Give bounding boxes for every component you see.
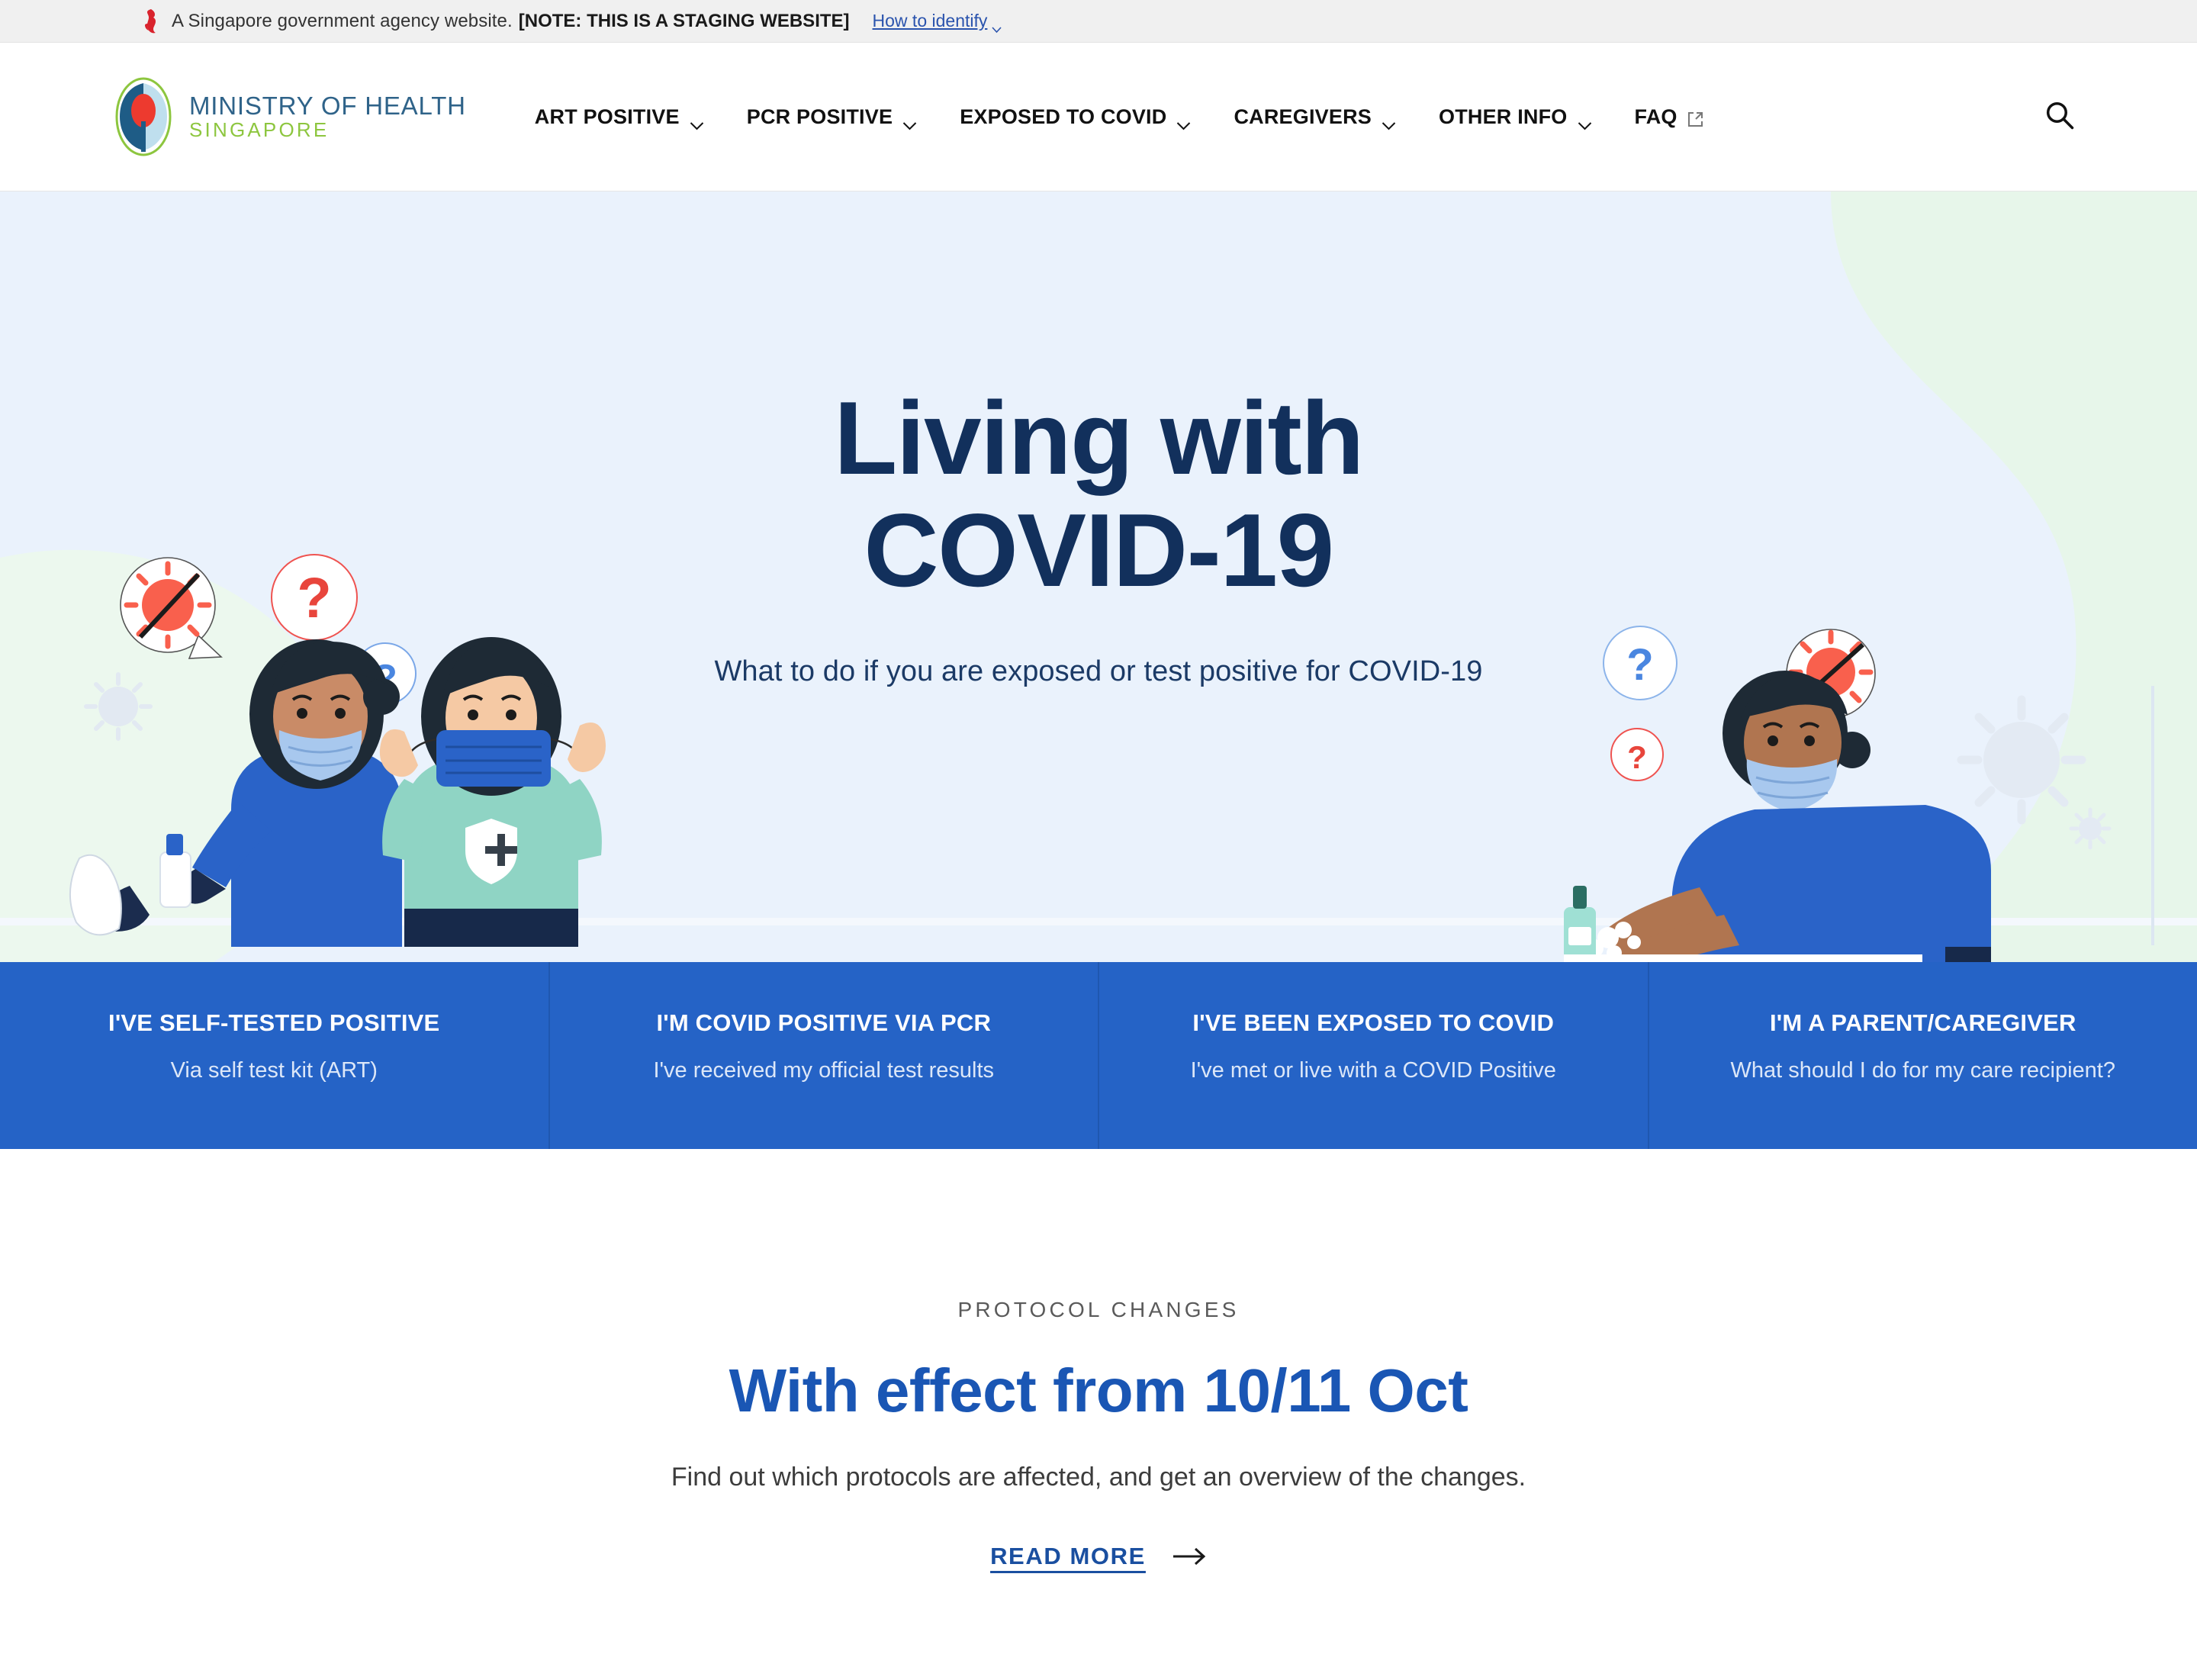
chevron-down-icon bbox=[992, 18, 1002, 34]
nav-label: PCR POSITIVE bbox=[746, 105, 893, 128]
nav-label: OTHER INFO bbox=[1439, 105, 1568, 128]
protocol-eyebrow: PROTOCOL CHANGES bbox=[957, 1298, 1240, 1321]
card-title: I'M A PARENT/CAREGIVER bbox=[1769, 1009, 2076, 1036]
card-description: Via self test kit (ART) bbox=[170, 1058, 378, 1083]
card-exposed-to-covid[interactable]: I'VE BEEN EXPOSED TO COVID I've met or l… bbox=[1099, 962, 1649, 1149]
hero-banner: ? ? ? Living with COVID-19 What to do if… bbox=[0, 191, 2197, 962]
hero-title-line2: COVID-19 bbox=[864, 491, 1334, 608]
how-to-identify-link[interactable]: How to identify bbox=[872, 11, 1002, 34]
card-title: I'VE BEEN EXPOSED TO COVID bbox=[1192, 1009, 1555, 1036]
chevron-down-icon bbox=[690, 112, 704, 130]
how-to-identify-label: How to identify bbox=[872, 11, 988, 31]
chevron-down-icon bbox=[1382, 112, 1396, 130]
hero-title-line1: Living with bbox=[834, 380, 1364, 496]
singapore-lion-icon bbox=[141, 8, 161, 34]
site-header: MINISTRY OF HEALTH SINGAPORE ART POSITIV… bbox=[0, 43, 2197, 191]
nav-item-art-positive[interactable]: ART POSITIVE bbox=[534, 105, 725, 130]
moh-logo-icon bbox=[114, 77, 172, 156]
masthead-staging-note: [NOTE: THIS IS A STAGING WEBSITE] bbox=[518, 10, 850, 31]
chevron-down-icon bbox=[1578, 112, 1592, 130]
nav-item-pcr-positive[interactable]: PCR POSITIVE bbox=[725, 105, 938, 130]
search-icon bbox=[2044, 100, 2075, 134]
card-description: What should I do for my care recipient? bbox=[1730, 1058, 2115, 1083]
protocol-description: Find out which protocols are affected, a… bbox=[671, 1463, 1526, 1492]
nav-label: CAREGIVERS bbox=[1234, 105, 1372, 128]
arrow-right-icon[interactable] bbox=[1172, 1546, 1207, 1566]
search-button[interactable] bbox=[2037, 94, 2083, 140]
card-title: I'VE SELF-TESTED POSITIVE bbox=[108, 1009, 440, 1036]
nav-label: EXPOSED TO COVID bbox=[960, 105, 1167, 128]
chevron-down-icon bbox=[902, 112, 917, 130]
card-title: I'M COVID POSITIVE VIA PCR bbox=[656, 1009, 992, 1036]
protocol-title: With effect from 10/11 Oct bbox=[729, 1357, 1468, 1424]
card-description: I've received my official test results bbox=[653, 1058, 995, 1083]
card-self-tested-positive[interactable]: I'VE SELF-TESTED POSITIVE Via self test … bbox=[0, 962, 550, 1149]
nav-label: ART POSITIVE bbox=[534, 105, 680, 128]
nav-item-exposed-to-covid[interactable]: EXPOSED TO COVID bbox=[938, 105, 1212, 130]
read-more-link[interactable]: READ MORE bbox=[990, 1543, 1146, 1570]
brand-country: SINGAPORE bbox=[189, 117, 330, 141]
quick-links-cards: I'VE SELF-TESTED POSITIVE Via self test … bbox=[0, 962, 2197, 1149]
brand-logo-link[interactable]: MINISTRY OF HEALTH SINGAPORE bbox=[114, 77, 466, 156]
read-more-row: READ MORE bbox=[0, 1543, 2197, 1570]
card-parent-caregiver[interactable]: I'M A PARENT/CAREGIVER What should I do … bbox=[1649, 962, 2197, 1149]
brand-name: MINISTRY OF HEALTH bbox=[189, 92, 466, 121]
card-description: I've met or live with a COVID Positive bbox=[1190, 1058, 1556, 1083]
card-covid-positive-pcr[interactable]: I'M COVID POSITIVE VIA PCR I've received… bbox=[550, 962, 1099, 1149]
hero-copy: Living with COVID-19 What to do if you a… bbox=[0, 382, 2197, 688]
nav-item-other-info[interactable]: OTHER INFO bbox=[1417, 105, 1613, 130]
svg-text:?: ? bbox=[1627, 739, 1647, 775]
main-navigation: ART POSITIVE PCR POSITIVE EXPOSED TO COV… bbox=[534, 105, 1725, 130]
government-masthead: A Singapore government agency website. [… bbox=[0, 0, 2197, 43]
protocol-changes-section: PROTOCOL CHANGES With effect from 10/11 … bbox=[0, 1149, 2197, 1570]
masthead-text: A Singapore government agency website. bbox=[172, 10, 513, 31]
nav-label: FAQ bbox=[1634, 105, 1678, 128]
page-title: Living with COVID-19 bbox=[0, 382, 2197, 607]
chevron-down-icon bbox=[1176, 112, 1191, 130]
nav-item-caregivers[interactable]: CAREGIVERS bbox=[1212, 105, 1417, 130]
nav-item-faq[interactable]: FAQ bbox=[1613, 105, 1725, 129]
hero-subtitle: What to do if you are exposed or test po… bbox=[714, 655, 1483, 687]
external-link-icon bbox=[1687, 109, 1703, 127]
